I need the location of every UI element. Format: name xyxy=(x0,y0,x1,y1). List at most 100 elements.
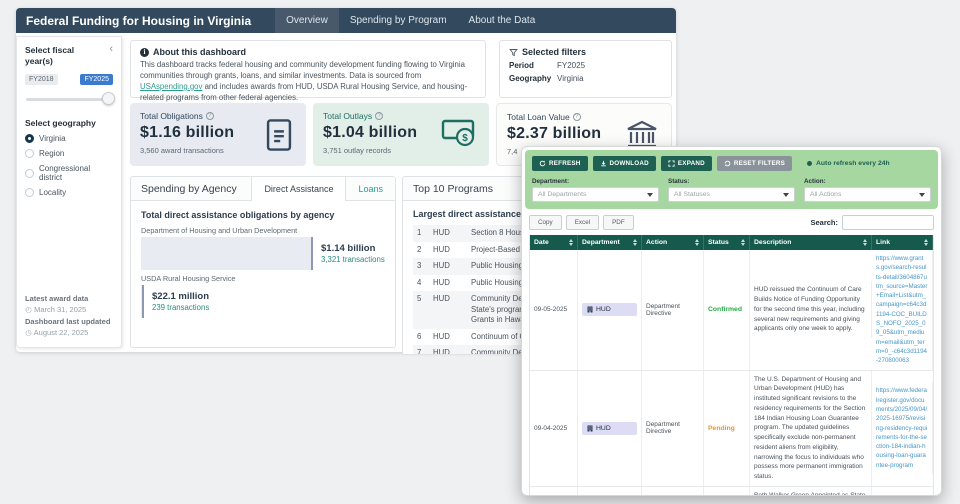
filter-period-row: Period FY2025 xyxy=(509,61,662,70)
document-icon xyxy=(264,118,294,152)
geography-option-region[interactable]: Region xyxy=(25,149,113,158)
column-department[interactable]: Department xyxy=(578,235,642,250)
cell-department: HUD xyxy=(578,250,642,370)
bar-hud[interactable] xyxy=(141,237,313,270)
kpi-total-obligations: Total Obligations? $1.16 billion 3,560 a… xyxy=(130,103,306,166)
bar-row-hud: $1.14 billion 3,321 transactions xyxy=(141,237,385,270)
geography-option-locality[interactable]: Locality xyxy=(25,188,113,197)
tab-spending-by-program[interactable]: Spending by Program xyxy=(339,8,458,33)
tab-overview[interactable]: Overview xyxy=(275,8,339,33)
department-select[interactable]: All Departments xyxy=(532,187,659,202)
geography-option-virginia[interactable]: Virginia xyxy=(25,134,113,143)
tab-about-the-data[interactable]: About the Data xyxy=(458,8,547,33)
app-header: Federal Funding for Housing in Virginia … xyxy=(16,8,676,33)
actions-table: Date Department Action Status Descriptio… xyxy=(529,235,934,496)
cell-department: Agriculture xyxy=(578,487,642,496)
bar-row-usda: $22.1 million 239 transactions xyxy=(141,285,385,318)
radio-selected-icon[interactable] xyxy=(25,134,34,143)
clock-icon: ◷ xyxy=(25,327,32,339)
chevron-down-icon xyxy=(783,193,789,197)
actions-tracker-overlay: REFRESH DOWNLOAD EXPAND RESET FILTERS Au… xyxy=(521,146,942,496)
search-input[interactable] xyxy=(842,215,934,230)
sort-icon[interactable] xyxy=(633,239,637,246)
column-description[interactable]: Description xyxy=(750,235,872,250)
bar-label-usda: USDA Rural Housing Service xyxy=(141,274,385,283)
reset-icon xyxy=(724,160,731,167)
radio-icon[interactable] xyxy=(25,188,34,197)
column-status[interactable]: Status xyxy=(704,235,750,250)
usaspending-link[interactable]: USAspending.gov xyxy=(140,82,202,91)
sort-icon[interactable] xyxy=(741,239,745,246)
help-icon[interactable]: ? xyxy=(573,113,581,121)
download-button[interactable]: DOWNLOAD xyxy=(593,156,656,171)
cell-status: Pending xyxy=(704,371,750,486)
latest-award-label: Latest award data xyxy=(25,293,110,305)
expand-button[interactable]: EXPAND xyxy=(661,156,712,171)
filter-geography-row: Geography Virginia xyxy=(509,74,662,83)
fiscal-year-start-badge: FY2018 xyxy=(25,74,58,85)
cell-action: Department Directive xyxy=(642,371,704,486)
cell-status: Confirmed xyxy=(704,487,750,496)
sort-icon[interactable] xyxy=(863,239,867,246)
latest-award-date: March 31, 2025 xyxy=(34,305,86,314)
refresh-button[interactable]: REFRESH xyxy=(532,156,588,171)
excel-button[interactable]: Excel xyxy=(566,215,599,230)
filter-icon xyxy=(509,48,518,57)
refresh-icon xyxy=(539,160,546,167)
fiscal-year-slider[interactable] xyxy=(25,92,113,106)
geography-label: Select geography xyxy=(25,118,113,128)
table-row[interactable]: 09-04-2025 HUD Department Directive Pend… xyxy=(530,371,933,487)
status-filter: Status: All Statuses xyxy=(668,178,795,202)
status-dot-icon xyxy=(807,161,812,166)
dashboard-updated-date: August 22, 2025 xyxy=(34,328,89,337)
svg-text:$: $ xyxy=(462,133,468,144)
kpi-total-outlays: Total Outlays? $1.04 billion 3,751 outla… xyxy=(313,103,489,166)
department-badge: HUD xyxy=(582,303,637,316)
pdf-button[interactable]: PDF xyxy=(603,215,634,230)
info-icon: i xyxy=(140,48,149,57)
bar-usda[interactable] xyxy=(141,285,144,318)
column-date[interactable]: Date xyxy=(530,235,578,250)
selected-filters-box: Selected filters Period FY2025 Geography… xyxy=(499,40,672,98)
action-select[interactable]: All Actions xyxy=(804,187,931,202)
filter-sidebar: Select fiscal year(s) ‹ FY2018 FY2025 Se… xyxy=(16,36,122,348)
help-icon[interactable]: ? xyxy=(375,112,383,120)
reset-filters-button[interactable]: RESET FILTERS xyxy=(717,156,792,171)
bar-label-hud: Department of Housing and Urban Developm… xyxy=(141,226,385,235)
filter-period-value: FY2025 xyxy=(557,61,585,70)
copy-button[interactable]: Copy xyxy=(529,215,562,230)
agency-chart-subtitle: Total direct assistance obligations by a… xyxy=(141,210,385,220)
radio-icon[interactable] xyxy=(25,149,34,158)
geography-option-congressional-district[interactable]: Congressional district xyxy=(25,164,113,182)
cell-link[interactable]: https://www.grants.gov/search-results-de… xyxy=(872,250,933,370)
help-icon[interactable]: ? xyxy=(206,112,214,120)
tab-direct-assistance[interactable]: Direct Assistance xyxy=(251,177,346,201)
search-label: Search: xyxy=(810,218,838,227)
about-dashboard-box: i About this dashboard This dashboard tr… xyxy=(130,40,486,98)
tab-loans[interactable]: Loans xyxy=(346,177,395,200)
auto-refresh-indicator: Auto refresh every 24h xyxy=(807,160,890,167)
chevron-down-icon xyxy=(647,193,653,197)
expand-icon xyxy=(668,160,675,167)
bar-usda-value: $22.1 million xyxy=(152,291,209,302)
sort-icon[interactable] xyxy=(695,239,699,246)
sort-icon[interactable] xyxy=(924,239,928,246)
building-icon xyxy=(587,306,593,313)
chevron-down-icon xyxy=(919,193,925,197)
collapse-sidebar-icon[interactable]: ‹ xyxy=(109,45,113,53)
sort-icon[interactable] xyxy=(569,239,573,246)
slider-handle[interactable] xyxy=(102,92,115,105)
selected-filters-title: Selected filters xyxy=(522,47,586,57)
column-action[interactable]: Action xyxy=(642,235,704,250)
table-row[interactable]: 09-05-2025 HUD Department Directive Conf… xyxy=(530,250,933,371)
filter-geography-value: Virginia xyxy=(557,74,584,83)
status-select[interactable]: All Statuses xyxy=(668,187,795,202)
overlay-header: REFRESH DOWNLOAD EXPAND RESET FILTERS Au… xyxy=(525,150,938,209)
radio-icon[interactable] xyxy=(25,169,34,178)
cell-description: HUD reissued the Continuum of Care Build… xyxy=(750,281,872,338)
column-link[interactable]: Link xyxy=(872,235,933,250)
cell-description: Beth Walker Green Appointed as State Dir… xyxy=(750,487,872,496)
cell-link[interactable]: https://www.federalregister.gov/document… xyxy=(872,382,933,474)
bar-hud-value: $1.14 billion xyxy=(321,243,385,254)
table-row[interactable]: 08-21-2025 Agriculture Secretary Action … xyxy=(530,487,933,496)
